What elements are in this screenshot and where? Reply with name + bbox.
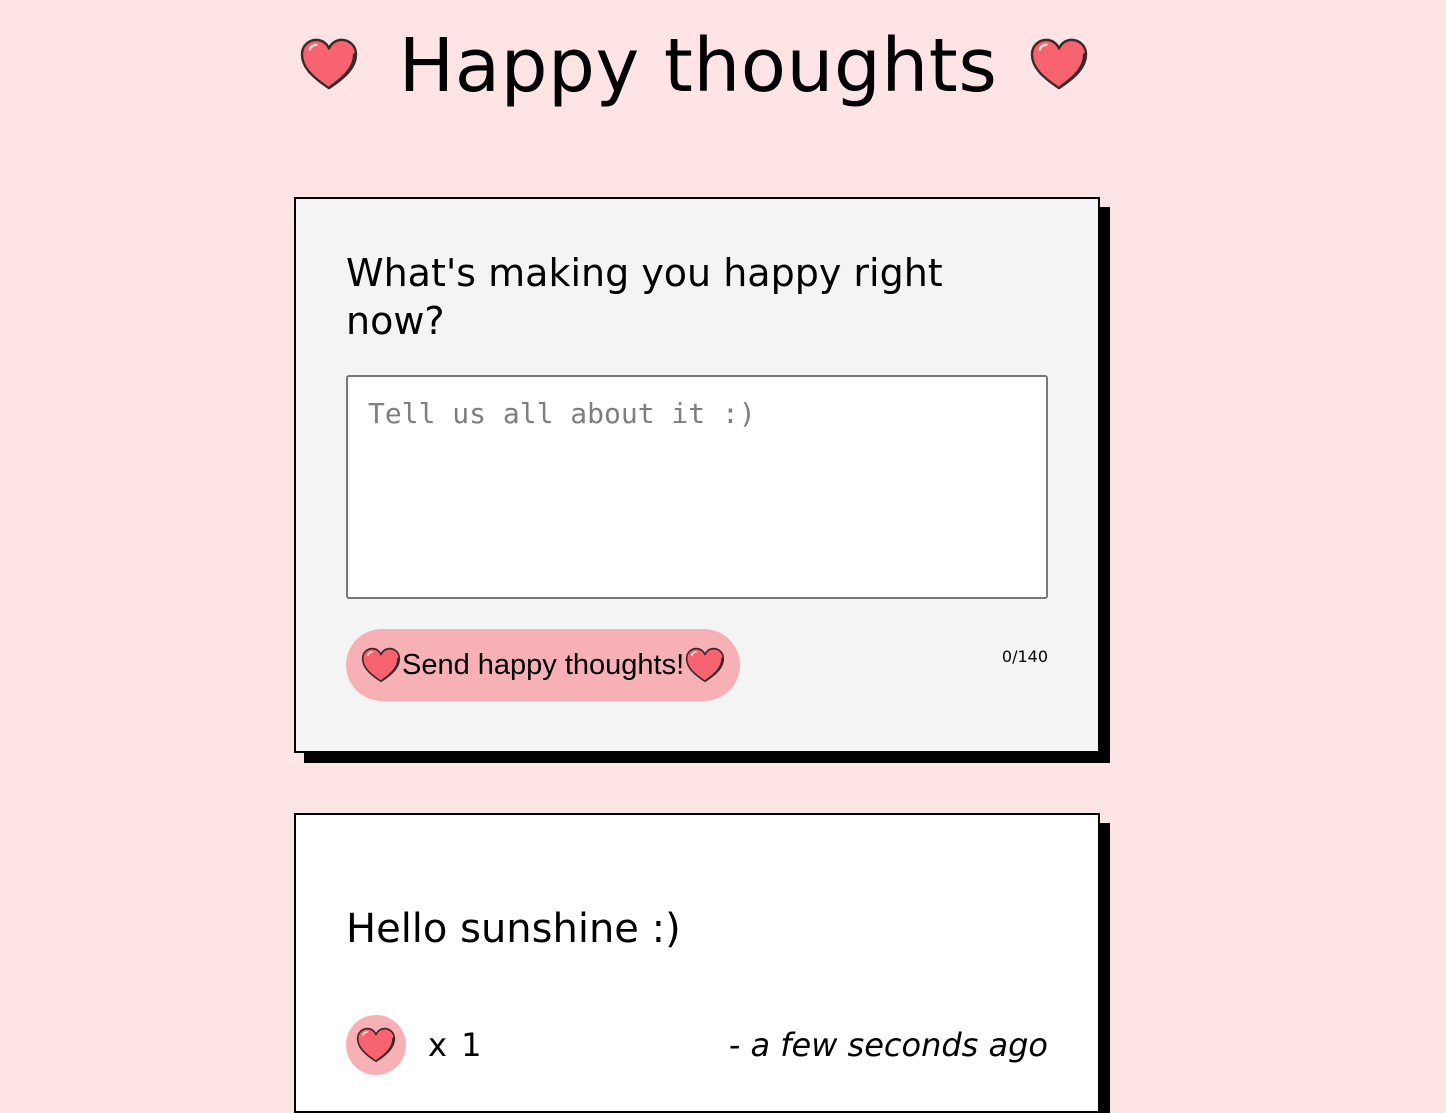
heart-icon [684,646,726,684]
thought-card: Hello sunshine :) x 1 - a few seconds ag… [294,813,1100,1113]
like-button[interactable] [346,1015,406,1075]
page-header: Happy thoughts [0,18,1446,118]
thought-input[interactable] [346,375,1048,599]
new-thought-form: What's making you happy right now? Send … [294,197,1100,753]
send-thought-button[interactable]: Send happy thoughts! [346,629,741,701]
page-title: Happy thoughts [398,23,998,109]
heart-icon [298,36,360,92]
like-count: x 1 [428,1026,484,1064]
thought-timestamp: - a few seconds ago [728,1026,1048,1064]
heart-icon [360,646,402,684]
send-button-label: Send happy thoughts! [402,648,685,681]
heart-icon [1028,36,1090,92]
form-question: What's making you happy right now? [346,251,943,343]
heart-icon [355,1026,397,1064]
character-counter: 0/140 [1001,647,1048,666]
thought-message: Hello sunshine :) [346,906,681,952]
